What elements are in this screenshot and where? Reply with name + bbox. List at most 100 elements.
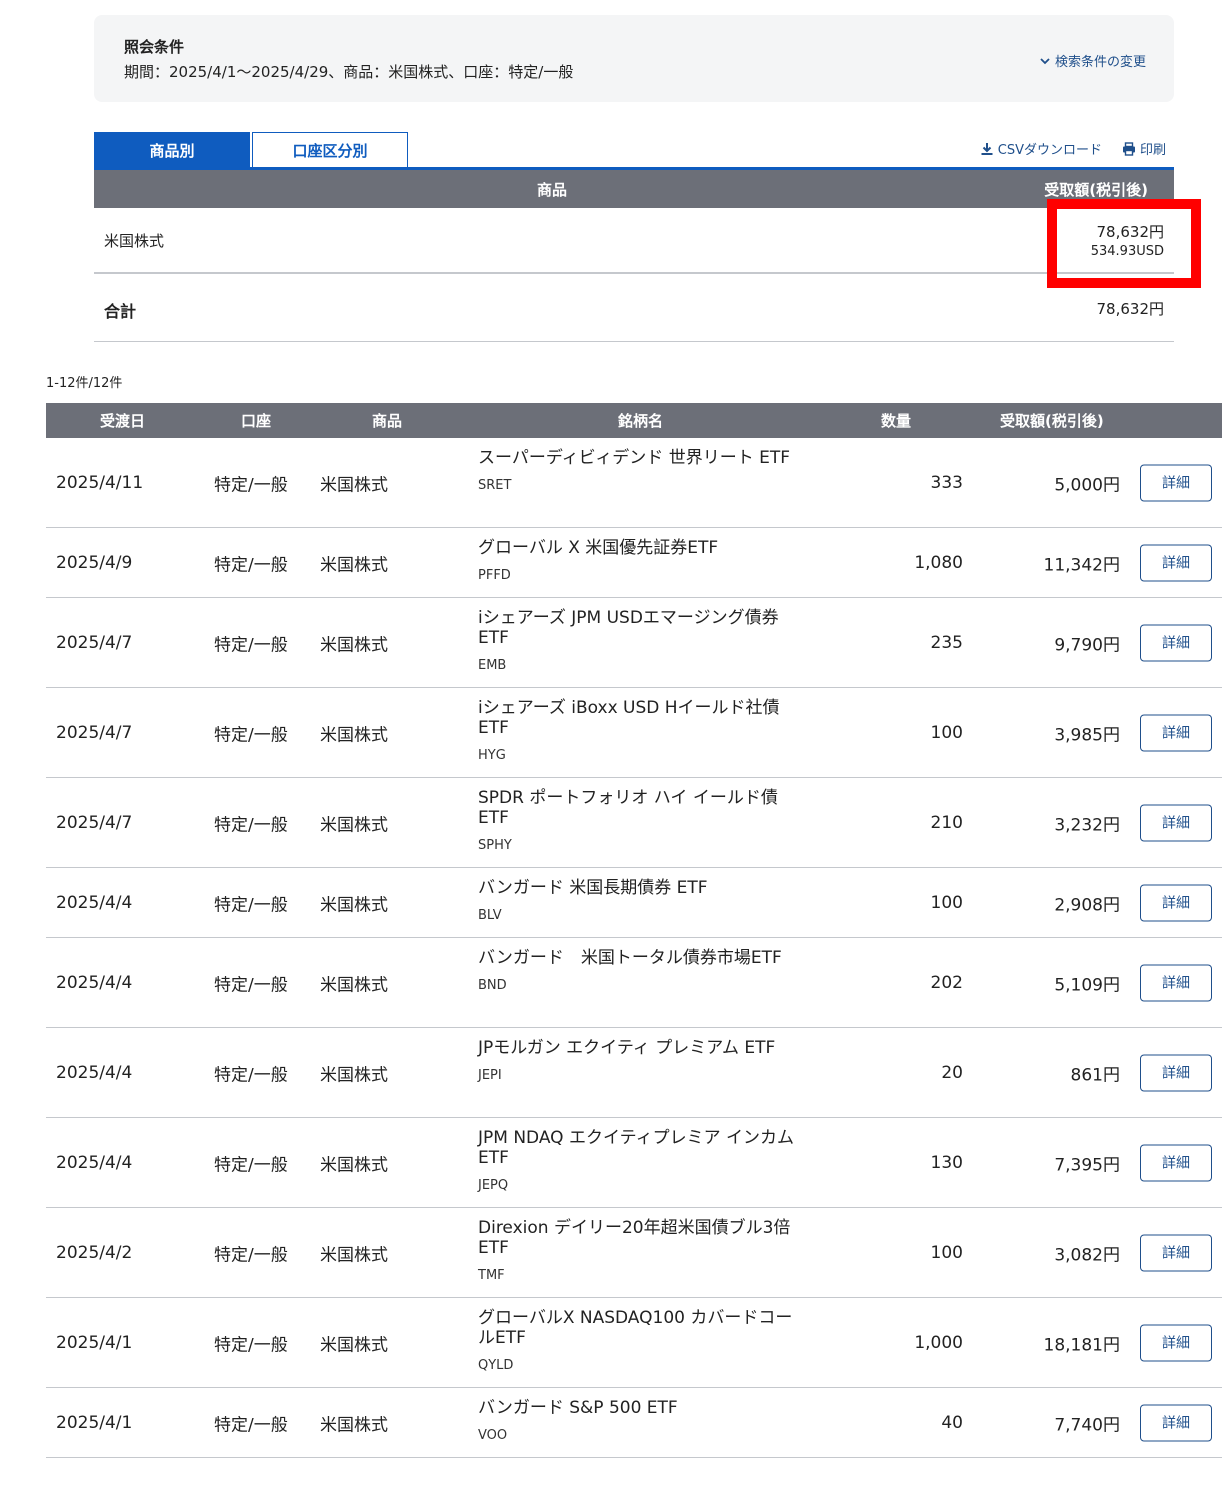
header-date: 受渡日	[100, 412, 146, 430]
row-account: 特定/一般	[214, 475, 288, 495]
row-product: 米国株式	[320, 1065, 388, 1085]
detail-button[interactable]: 詳細	[1140, 1324, 1212, 1361]
detail-button[interactable]: 詳細	[1140, 1054, 1212, 1091]
detail-button[interactable]: 詳細	[1140, 964, 1212, 1001]
row-date: 2025/4/7	[56, 632, 133, 653]
detail-button[interactable]: 詳細	[1140, 714, 1212, 751]
detail-button[interactable]: 詳細	[1140, 1404, 1212, 1441]
row-security-name: JPM NDAQ エクイティプレミア インカム ETF	[478, 1128, 795, 1168]
detail-button[interactable]: 詳細	[1140, 884, 1212, 921]
result-count: 1-12件/12件	[46, 376, 123, 391]
table-row: 2025/4/4 特定/一般 米国株式 バンガード 米国長期債券 ETF BLV 100 2…	[46, 868, 1222, 938]
row-ticker: VOO	[478, 1428, 508, 1443]
header-amount: 受取額(税引後)	[1000, 412, 1104, 430]
row-security: グローバル X 米国優先証券ETF PFFD	[478, 538, 808, 586]
conditions-title: 照会条件	[124, 38, 185, 56]
row-account: 特定/一般	[214, 815, 288, 835]
row-account: 特定/一般	[214, 895, 288, 915]
row-account: 特定/一般	[214, 725, 288, 745]
row-amount: 3,082円	[1054, 1245, 1120, 1265]
query-conditions-panel: 照会条件 期間：2025/4/1～2025/4/29、商品：米国株式、口座：特定…	[94, 15, 1174, 102]
row-product: 米国株式	[320, 1415, 388, 1435]
detail-button[interactable]: 詳細	[1140, 464, 1212, 501]
row-security: バンガード 米国トータル債券市場ETF BND	[478, 948, 808, 996]
row-date: 2025/4/2	[56, 1242, 133, 1263]
row-product: 米国株式	[320, 1155, 388, 1175]
row-quantity: 235	[930, 632, 963, 653]
row-product: 米国株式	[320, 555, 388, 575]
row-security-name: JPモルガン エクイティ プレミアム ETF	[478, 1038, 776, 1058]
row-date: 2025/4/9	[56, 552, 133, 573]
tab-by-account-type[interactable]: 口座区分別	[252, 132, 408, 168]
detail-button[interactable]: 詳細	[1140, 1234, 1212, 1271]
row-date: 2025/4/7	[56, 722, 133, 743]
row-account: 特定/一般	[214, 1155, 288, 1175]
chevron-down-icon	[1040, 57, 1050, 64]
row-ticker: JEPI	[478, 1068, 502, 1083]
row-product: 米国株式	[320, 975, 388, 995]
row-product: 米国株式	[320, 725, 388, 745]
table-row: 2025/4/1 特定/一般 米国株式 グローバルX NASDAQ100 カバードコー…	[46, 1298, 1222, 1388]
row-product: 米国株式	[320, 1335, 388, 1355]
table-row: 2025/4/4 特定/一般 米国株式 バンガード 米国トータル債券市場ETF BND 2…	[46, 938, 1222, 1028]
detail-button[interactable]: 詳細	[1140, 1144, 1212, 1181]
row-quantity: 130	[930, 1152, 963, 1173]
csv-download-link[interactable]: CSVダウンロード	[980, 139, 1102, 158]
header-account: 口座	[241, 412, 272, 430]
change-conditions-label: 検索条件の変更	[1054, 55, 1146, 70]
row-ticker: SRET	[478, 478, 512, 493]
row-date: 2025/4/7	[56, 812, 133, 833]
row-ticker: QYLD	[478, 1358, 514, 1373]
row-account: 特定/一般	[214, 1415, 288, 1435]
summary-table-header: 商品 受取額(税引後)	[94, 170, 1174, 208]
row-product: 米国株式	[320, 475, 388, 495]
row-security: SPDR ポートフォリオ ハイ イールド債 ETF SPHY	[478, 788, 808, 856]
print-label: 印刷	[1139, 143, 1166, 158]
row-amount: 5,000円	[1054, 475, 1120, 495]
row-security: バンガード 米国長期債券 ETF BLV	[478, 878, 808, 926]
total-label: 合計	[104, 302, 137, 321]
row-quantity: 100	[930, 1242, 963, 1263]
row-security: スーパーディビィデンド 世界リート ETF SRET	[478, 448, 808, 496]
row-quantity: 20	[941, 1062, 963, 1083]
row-amount: 7,740円	[1054, 1415, 1120, 1435]
tab-by-product[interactable]: 商品別	[94, 132, 250, 168]
summary-header-product: 商品	[536, 181, 567, 199]
row-quantity: 333	[930, 472, 963, 493]
print-link[interactable]: 印刷	[1122, 139, 1166, 158]
row-product: 米国株式	[320, 635, 388, 655]
table-row: 2025/4/9 特定/一般 米国株式 グローバル X 米国優先証券ETF PFFD 1,…	[46, 528, 1222, 598]
row-date: 2025/4/4	[56, 1152, 133, 1173]
row-account: 特定/一般	[214, 635, 288, 655]
table-row: 2025/4/1 特定/一般 米国株式 バンガード S&P 500 ETF VOO 40 7…	[46, 1388, 1222, 1458]
row-ticker: JEPQ	[478, 1178, 509, 1193]
summary-header-amount: 受取額(税引後)	[1044, 181, 1148, 199]
row-security: バンガード S&P 500 ETF VOO	[478, 1398, 808, 1446]
header-product: 商品	[372, 412, 403, 430]
row-amount: 5,109円	[1054, 975, 1120, 995]
row-security-name: iシェアーズ JPM USDエマージング債券 ETF	[478, 608, 779, 648]
row-quantity: 100	[930, 722, 963, 743]
row-security: Direxion デイリー20年超米国債ブル3倍 ETF TMF	[478, 1218, 808, 1286]
row-account: 特定/一般	[214, 1335, 288, 1355]
header-qty: 数量	[881, 412, 912, 430]
detail-button[interactable]: 詳細	[1140, 804, 1212, 841]
row-account: 特定/一般	[214, 975, 288, 995]
toolbar: CSVダウンロード 印刷	[980, 139, 1166, 158]
row-security-name: グローバルX NASDAQ100 カバードコールETF	[478, 1308, 793, 1348]
change-conditions-link[interactable]: 検索条件の変更	[1039, 51, 1146, 70]
row-security: JPM NDAQ エクイティプレミア インカム ETF JEPQ	[478, 1128, 808, 1196]
row-product: 米国株式	[320, 895, 388, 915]
summary-total-row: 合計 78,632円	[94, 276, 1174, 342]
row-security: iシェアーズ iBoxx USD Hイールド社債 ETF HYG	[478, 698, 808, 766]
row-date: 2025/4/11	[56, 472, 144, 493]
detail-button[interactable]: 詳細	[1140, 624, 1212, 661]
row-date: 2025/4/1	[56, 1332, 133, 1353]
detail-button[interactable]: 詳細	[1140, 544, 1212, 581]
row-ticker: PFFD	[478, 568, 511, 583]
row-date: 2025/4/4	[56, 892, 133, 913]
row-amount: 7,395円	[1054, 1155, 1120, 1175]
row-date: 2025/4/4	[56, 1062, 133, 1083]
row-ticker: BLV	[478, 908, 502, 923]
row-product: 米国株式	[320, 815, 388, 835]
